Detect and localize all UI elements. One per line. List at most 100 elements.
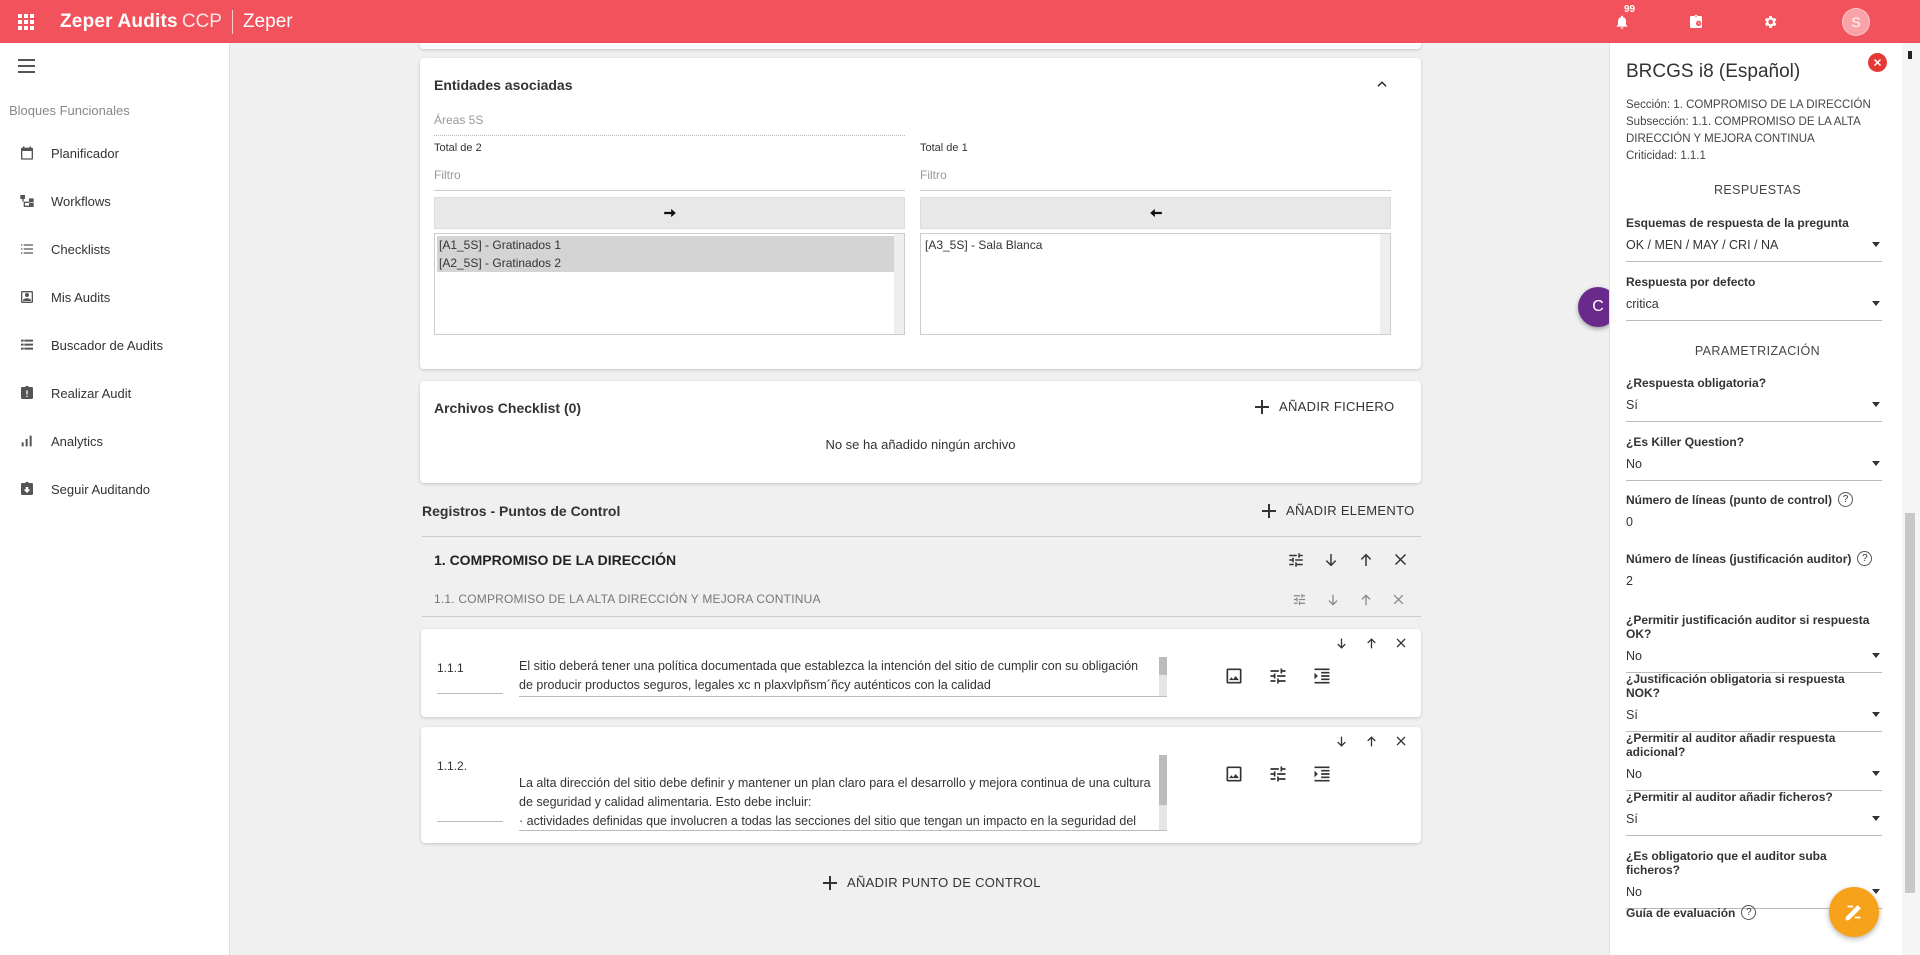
sidebar-item-realizar-audit[interactable]: Realizar Audit	[0, 369, 230, 417]
obligatoria-select[interactable]: Sí	[1626, 398, 1882, 422]
sidebar-item-planificador[interactable]: Planificador	[0, 129, 230, 177]
text-scrollbar[interactable]	[1159, 657, 1167, 696]
perm-adic-select[interactable]: No	[1626, 767, 1882, 791]
esquemas-label: Esquemas de respuesta de la pregunta	[1626, 216, 1849, 230]
scrollbar-thumb[interactable]	[1905, 513, 1915, 893]
control-point-text[interactable]: La alta dirección del sitio debe definir…	[519, 755, 1167, 831]
add-element-button[interactable]: AÑADIR ELEMENTO	[1262, 503, 1415, 518]
just-oblig-select[interactable]: Sí	[1626, 708, 1882, 732]
sidebar-item-label: Checklists	[51, 241, 111, 257]
tune-icon[interactable]	[1285, 549, 1306, 570]
arrow-up-icon[interactable]	[1355, 549, 1376, 570]
caret-down-icon	[1872, 242, 1880, 247]
move-left-button[interactable]	[920, 197, 1391, 229]
list-option[interactable]: [A1_5S] - Gratinados 1	[437, 236, 902, 254]
panel-scrollbar[interactable]	[1902, 43, 1920, 955]
control-point-text[interactable]: El sitio deberá tener una política docum…	[519, 657, 1167, 697]
sidebar-item-seguir-auditando[interactable]: Seguir Auditando	[0, 465, 230, 513]
clipboard-alert-icon	[18, 384, 36, 402]
caret-down-icon	[1872, 301, 1880, 306]
settings-button[interactable]	[1758, 10, 1782, 34]
list-option[interactable]: [A3_5S] - Sala Blanca	[923, 236, 1388, 254]
defecto-select[interactable]: critica	[1626, 297, 1882, 321]
tune-icon[interactable]	[1289, 589, 1310, 610]
control-point-number[interactable]: 1.1.1	[437, 661, 503, 694]
control-point-actions	[1223, 763, 1333, 785]
esquemas-select[interactable]: OK / MEN / MAY / CRI / NA	[1626, 238, 1882, 262]
help-circle-icon[interactable]: ?	[1741, 905, 1757, 920]
perm-fich-select[interactable]: Sí	[1626, 812, 1882, 836]
apps-grid-icon[interactable]	[18, 13, 34, 30]
help-circle-icon[interactable]: ?	[1838, 492, 1854, 507]
obligatoria-label: ¿Respuesta obligatoria?	[1626, 376, 1767, 390]
notification-count: 99	[1624, 3, 1636, 15]
parametrizacion-heading: PARAMETRIZACIÓN	[1694, 344, 1821, 358]
arrow-up-icon[interactable]	[1363, 733, 1379, 749]
add-control-point-button[interactable]: AÑADIR PUNTO DE CONTROL	[823, 875, 1041, 890]
format-indent-icon[interactable]	[1311, 665, 1333, 687]
perm-adic-label: ¿Permitir al auditor añadir respuesta ad…	[1626, 731, 1836, 759]
tune-icon[interactable]	[1267, 665, 1289, 687]
close-panel-button[interactable]	[1868, 53, 1887, 72]
tune-icon[interactable]	[1267, 763, 1289, 785]
move-right-button[interactable]	[434, 197, 905, 229]
close-icon[interactable]	[1393, 635, 1409, 651]
chevron-up-icon[interactable]	[1375, 77, 1389, 91]
arrow-left-icon	[1149, 208, 1162, 218]
listbox-scrollbar[interactable]	[1380, 234, 1390, 334]
top-bar: Zeper Audits CCP Zeper 99 S	[0, 0, 1920, 43]
bar-chart-icon	[18, 432, 36, 450]
help-circle-icon[interactable]: ?	[1857, 551, 1873, 566]
sidebar-item-analytics[interactable]: Analytics	[0, 417, 230, 465]
sidebar-item-workflows[interactable]: Workflows	[0, 177, 230, 225]
selected-listbox[interactable]: [A3_5S] - Sala Blanca	[920, 233, 1391, 335]
sidebar-item-checklists[interactable]: Checklists	[0, 225, 230, 273]
plus-icon	[1262, 503, 1276, 518]
arrow-down-icon[interactable]	[1322, 589, 1343, 610]
menu-icon[interactable]	[18, 59, 35, 73]
lineas-ja-input[interactable]: 2	[1626, 574, 1882, 598]
image-icon[interactable]	[1223, 665, 1245, 687]
lineas-ja-value: 2	[1626, 574, 1633, 588]
notifications-button[interactable]: 99	[1610, 4, 1635, 34]
previous-card-edge	[420, 43, 1421, 49]
close-icon[interactable]	[1393, 733, 1409, 749]
brand-name[interactable]: Zeper Audits	[60, 11, 178, 33]
archivos-title: Archivos Checklist (0)	[434, 400, 582, 416]
available-filter-input[interactable]: Filtro	[434, 164, 905, 191]
user-avatar[interactable]: S	[1842, 7, 1870, 36]
text-scrollbar[interactable]	[1159, 755, 1167, 830]
arrow-down-icon[interactable]	[1333, 733, 1349, 749]
control-point-number[interactable]: 1.1.2.	[437, 759, 503, 822]
arrow-down-icon[interactable]	[1333, 635, 1349, 651]
killer-value: No	[1626, 457, 1642, 471]
listbox-scrollbar[interactable]	[894, 234, 904, 334]
arrow-up-icon[interactable]	[1355, 589, 1376, 610]
arrow-down-icon[interactable]	[1320, 549, 1341, 570]
edit-fab-button[interactable]	[1829, 887, 1879, 937]
subsection-tools	[1289, 589, 1409, 610]
perm-just-select[interactable]: No	[1626, 649, 1882, 673]
registros-header: Registros - Puntos de Control AÑADIR ELE…	[422, 503, 1421, 537]
selected-filter-input[interactable]: Filtro	[920, 164, 1391, 191]
perm-just-value: No	[1626, 649, 1642, 663]
close-icon	[1873, 58, 1882, 67]
sidebar-item-buscador[interactable]: Buscador de Audits	[0, 321, 230, 369]
available-list-column: Total de 2 Filtro [A1_5S] - Gratinados 1…	[434, 142, 905, 335]
available-listbox[interactable]: [A1_5S] - Gratinados 1 [A2_5S] - Gratina…	[434, 233, 905, 335]
image-icon[interactable]	[1223, 763, 1245, 785]
killer-field: ¿Es Killer Question? No	[1626, 435, 1882, 481]
list-icon	[18, 240, 36, 258]
close-icon[interactable]	[1390, 549, 1411, 570]
arrow-up-icon[interactable]	[1363, 635, 1379, 651]
sidebar-item-mis-audits[interactable]: Mis Audits	[0, 273, 230, 321]
section-row: 1. COMPROMISO DE LA DIRECCIÓN	[422, 543, 1421, 581]
lineas-pc-input[interactable]: 0	[1626, 515, 1882, 539]
close-icon[interactable]	[1388, 589, 1409, 610]
list-option[interactable]: [A2_5S] - Gratinados 2	[437, 254, 902, 272]
add-file-button[interactable]: AÑADIR FICHERO	[1255, 399, 1394, 414]
format-indent-icon[interactable]	[1311, 763, 1333, 785]
killer-select[interactable]: No	[1626, 457, 1882, 481]
subsection-title: 1.1. COMPROMISO DE LA ALTA DIRECCIÓN Y M…	[434, 592, 821, 606]
clipboard-clock-button[interactable]	[1684, 10, 1708, 34]
